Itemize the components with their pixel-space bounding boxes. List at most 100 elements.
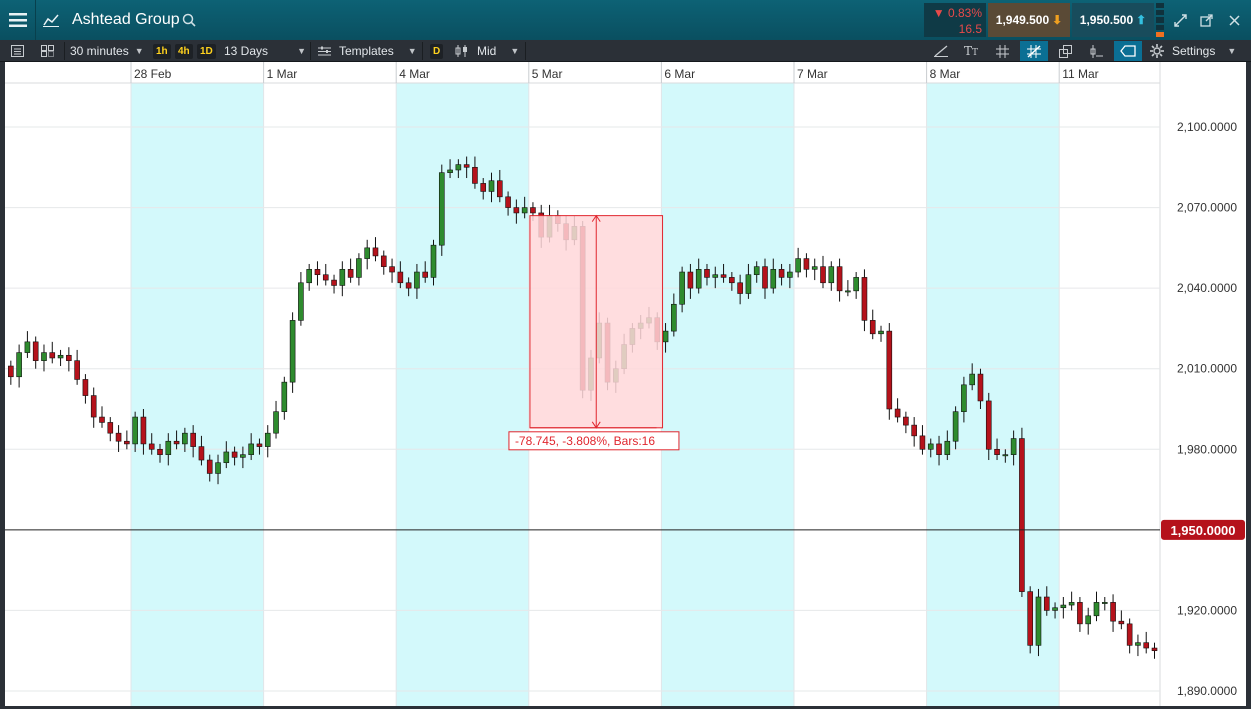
candle-body xyxy=(787,271,793,278)
candle-body xyxy=(1068,602,1075,606)
candle-body xyxy=(347,269,354,278)
gridlines-button[interactable] xyxy=(991,41,1013,61)
settings-button[interactable]: Settings ▼ xyxy=(1150,42,1236,60)
candlestick-chart[interactable]: 28 Feb 1 Mar 4 Mar 5 Mar 6 Mar 7 Mar 8 Mar 11 M… xyxy=(5,62,1246,706)
candle-body xyxy=(1118,620,1125,625)
candle-body xyxy=(41,352,47,361)
range-select[interactable]: 13 Days ▼ xyxy=(224,42,306,60)
candle-body xyxy=(364,247,370,259)
price-change-box: ▼ 0.83% 16.5 xyxy=(924,3,986,37)
candle-body xyxy=(339,269,346,286)
depth-indicator[interactable] xyxy=(1156,3,1164,38)
menu-button[interactable] xyxy=(0,0,36,40)
candle-body xyxy=(49,352,56,359)
instrument-title: Ashtead Group xyxy=(72,11,180,28)
candle-body xyxy=(505,196,511,208)
candle-body xyxy=(919,435,926,450)
close-icon xyxy=(1228,14,1240,26)
candle-body xyxy=(687,271,694,289)
d-badge[interactable]: D xyxy=(430,42,444,60)
settings-label: Settings xyxy=(1172,44,1216,58)
candle-body xyxy=(115,432,122,442)
chart-type-button[interactable] xyxy=(37,0,65,40)
candle-body xyxy=(397,271,404,284)
depth-level xyxy=(1156,31,1164,38)
candle-body xyxy=(389,266,395,273)
candle-body xyxy=(903,416,909,426)
candles-icon xyxy=(455,45,467,57)
expand-button[interactable] xyxy=(1168,0,1192,40)
buy-price-button[interactable]: 1,950.500 ⬆ xyxy=(1072,3,1154,37)
close-button[interactable] xyxy=(1222,0,1246,40)
candle-body xyxy=(1126,623,1133,646)
candle-body xyxy=(16,352,22,378)
candle-body xyxy=(869,320,876,335)
candle-body xyxy=(182,432,188,445)
depth-level xyxy=(1156,17,1164,23)
candle-body xyxy=(513,207,520,214)
date-tick-label: 7 Mar xyxy=(797,67,828,81)
popout-button[interactable] xyxy=(1194,0,1218,40)
depth-level xyxy=(1156,10,1164,16)
quick-interval-1d[interactable]: 1D xyxy=(197,42,216,60)
candle-body xyxy=(173,440,180,445)
copy-icon xyxy=(1058,44,1072,58)
search-icon xyxy=(182,13,196,27)
date-tick-label: 6 Mar xyxy=(664,67,695,81)
day-shade xyxy=(131,83,264,706)
gear-icon xyxy=(1150,44,1164,58)
candle-body xyxy=(1035,596,1042,646)
candle-body xyxy=(977,373,984,402)
search-button[interactable] xyxy=(178,0,200,40)
candle-body xyxy=(845,290,851,293)
candle-body xyxy=(961,384,967,412)
price-tick-label: 2,070.0000 xyxy=(1177,201,1237,215)
candle-body xyxy=(811,266,818,270)
candle-body xyxy=(820,266,826,284)
interval-select[interactable]: 30 minutes ▼ xyxy=(70,42,144,60)
candle-body xyxy=(853,277,859,292)
candle-body xyxy=(405,282,412,289)
price-chart[interactable]: 28 Feb 1 Mar 4 Mar 5 Mar 6 Mar 7 Mar 8 Mar 11 M… xyxy=(0,62,1251,709)
price-tick-label: 1,920.0000 xyxy=(1177,603,1237,617)
chevron-down-icon: ▼ xyxy=(297,46,306,56)
candle-body xyxy=(57,354,64,359)
candle-body xyxy=(679,271,685,305)
list-icon xyxy=(10,45,24,57)
range-label: 13 Days xyxy=(224,44,269,58)
instrument-header: Ashtead Group ▼ 0.83% 16.5 1,949.500 ⬇ 1,… xyxy=(0,0,1251,40)
indicator-button[interactable] xyxy=(1085,41,1107,61)
candle-body xyxy=(66,354,72,361)
candle-body xyxy=(1101,602,1108,604)
candle-body xyxy=(530,207,536,214)
quick-interval-4h[interactable]: 4h xyxy=(175,42,193,60)
quick-interval-1h[interactable]: 1h xyxy=(153,42,171,60)
draw-line-button[interactable] xyxy=(930,41,952,61)
popout-icon xyxy=(1199,13,1213,27)
change-percent: ▼ 0.83% xyxy=(932,6,982,20)
copy-chart-button[interactable] xyxy=(1054,41,1076,61)
candle-body xyxy=(438,172,445,246)
crosshair-grid-button[interactable] xyxy=(1020,41,1048,61)
grid-layout-button[interactable] xyxy=(36,41,58,61)
price-tick-label: 1,890.0000 xyxy=(1177,684,1237,698)
templates-select[interactable]: Templates ▼ xyxy=(318,42,417,60)
quick-4h-label: 4h xyxy=(175,43,193,59)
candle-body xyxy=(32,341,39,361)
candle-body xyxy=(836,266,843,292)
candle-body xyxy=(140,416,147,445)
price-type-select[interactable]: Mid ▼ xyxy=(455,42,519,60)
chevron-down-icon: ▼ xyxy=(510,46,520,56)
candle-body xyxy=(157,448,163,455)
price-type-label: Mid xyxy=(477,44,497,58)
text-size-button[interactable]: TT xyxy=(960,41,982,61)
date-tick-label: 8 Mar xyxy=(930,67,961,81)
measure-tool-button[interactable] xyxy=(1114,41,1142,61)
candle-body xyxy=(463,164,470,168)
indicator-icon xyxy=(1090,44,1103,58)
sell-price-button[interactable]: 1,949.500 ⬇ xyxy=(988,3,1070,37)
measure-label: -78.745, -3.808%, Bars:16 xyxy=(515,434,655,448)
candle-body xyxy=(447,169,453,173)
candle-body xyxy=(74,360,80,380)
layout-button[interactable] xyxy=(6,41,28,61)
